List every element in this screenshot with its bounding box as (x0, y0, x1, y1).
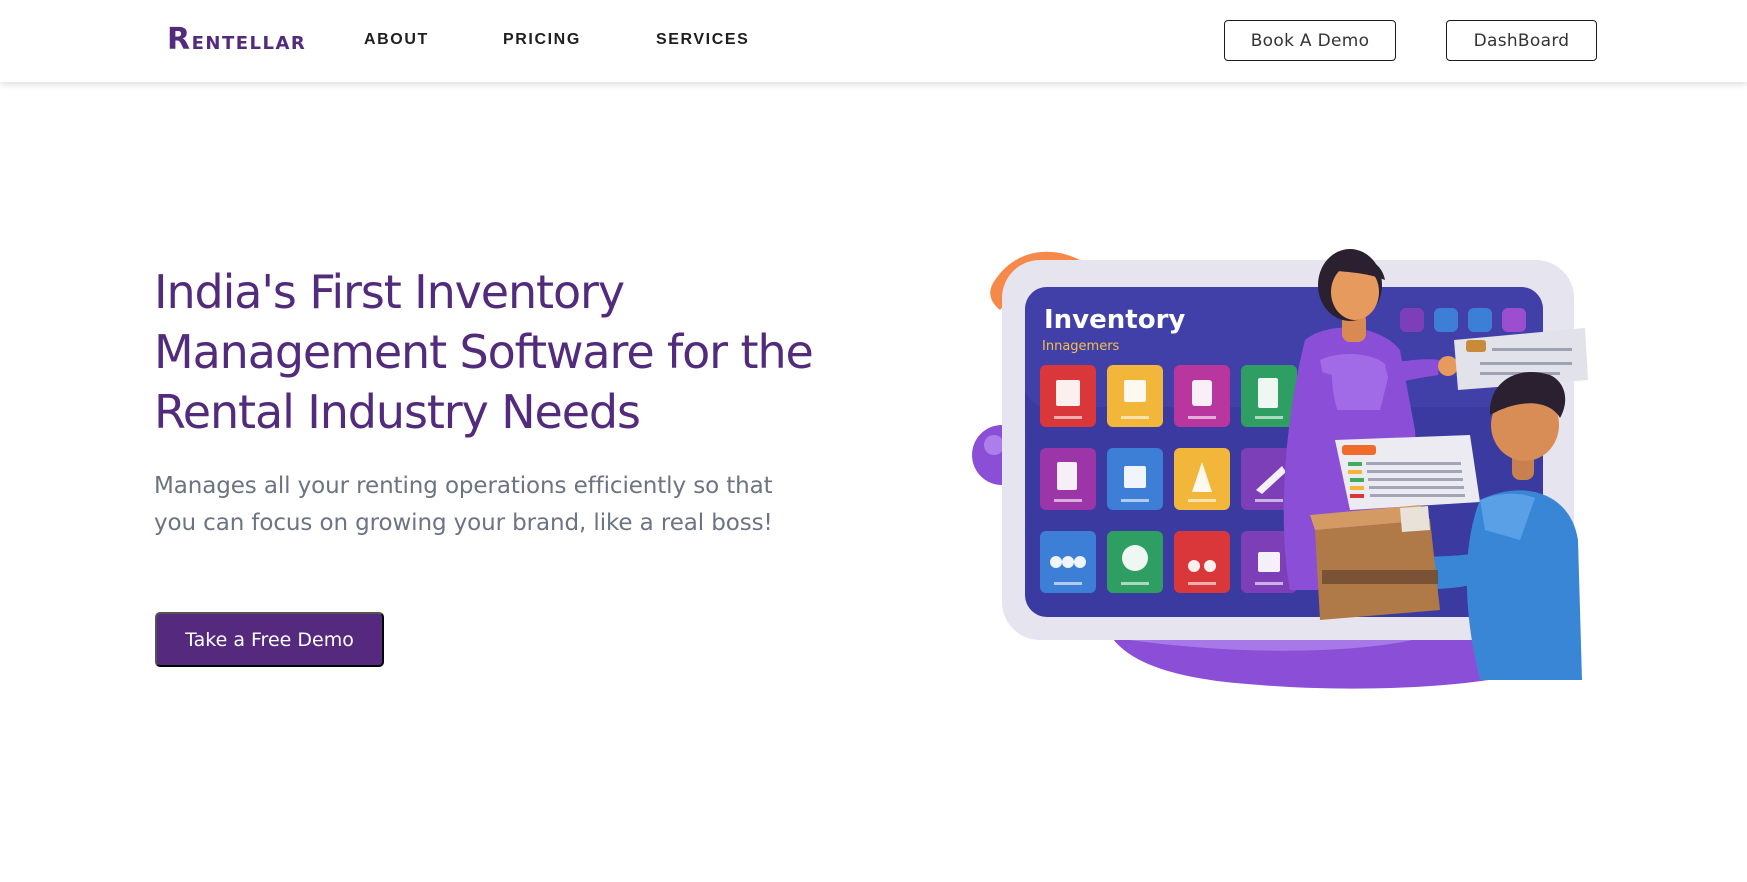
screen-subtitle: Innagemers (1042, 339, 1120, 354)
brand-logo[interactable]: RENTELLAR (167, 22, 306, 57)
nav-link-about[interactable]: ABOUT (364, 31, 429, 49)
logo-initial: R (167, 22, 192, 57)
screen-title: Inventory (1044, 305, 1185, 335)
book-demo-button[interactable]: Book A Demo (1224, 20, 1396, 61)
clipboard-card (1335, 435, 1480, 510)
hero-illustration: Inventory Innagemers (972, 249, 1588, 689)
logo-rest: ENTELLAR (191, 33, 307, 54)
package-box (1310, 505, 1440, 620)
top-navbar: RENTELLAR ABOUT PRICING SERVICES Book A … (0, 0, 1747, 82)
dashboard-button[interactable]: DashBoard (1446, 20, 1597, 61)
hero-subtitle: Manages all your renting operations effi… (154, 473, 773, 536)
free-demo-button[interactable]: Take a Free Demo (155, 612, 384, 667)
hero-title: India's First Inventory Management Softw… (154, 265, 814, 439)
nav-link-services[interactable]: SERVICES (656, 31, 749, 49)
nav-link-pricing[interactable]: PRICING (503, 31, 581, 49)
